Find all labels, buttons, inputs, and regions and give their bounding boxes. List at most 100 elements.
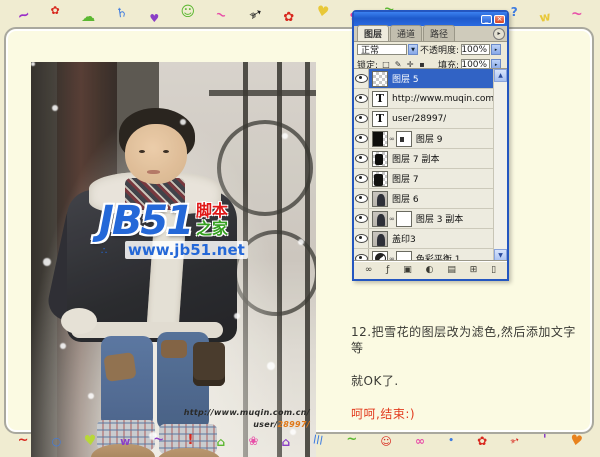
visibility-eye-icon[interactable] <box>354 169 369 188</box>
minimize-icon[interactable]: _ <box>481 14 492 24</box>
panel-menu-icon[interactable]: ▸ <box>493 28 505 40</box>
panel-titlebar[interactable]: _ × <box>354 12 507 26</box>
doodle-strip-bottom: ~ ○ ♥ w ~! ⌂ ❀ ⌂ ||| ~ ☺ ∞ • ✿ ➳ ' ♥ <box>0 431 600 450</box>
visibility-eye-icon[interactable] <box>354 129 369 148</box>
layers-list: 图层 5 T http://www.muqin.com.cn... T user… <box>354 69 493 262</box>
doodle-glyph: ❀ <box>248 433 259 448</box>
opacity-spinner-icon[interactable]: ▸ <box>491 44 502 55</box>
doodle-glyph: ✿ <box>50 4 60 17</box>
doodle-glyph: ➳ <box>508 432 522 449</box>
layer-thumbnail[interactable] <box>372 70 388 87</box>
layer-mask-thumbnail[interactable] <box>395 130 412 147</box>
layer-row[interactable]: 图层 7 副本 <box>354 149 493 169</box>
opacity-label: 不透明度: <box>420 46 460 56</box>
doodle-glyph: w <box>538 8 552 25</box>
layer-row[interactable]: 图层 6 <box>354 189 493 209</box>
tab-paths[interactable]: 路径 <box>423 25 456 41</box>
layer-name[interactable]: 盖印3 <box>392 232 416 245</box>
doodle-glyph: ♥ <box>568 431 584 450</box>
new-group-icon[interactable]: ▤ <box>447 266 456 275</box>
doodle-glyph: ♄ <box>115 5 130 22</box>
layer-row[interactable]: T http://www.muqin.com.cn... <box>354 89 493 109</box>
layer-thumbnail[interactable]: T <box>372 110 388 127</box>
credit-url: http://www.muqin.com.cn/ <box>183 408 310 417</box>
credit-user-prefix: user/ <box>253 420 278 429</box>
doodle-glyph: ! <box>187 433 194 448</box>
doodle-glyph: ∞ <box>415 433 426 448</box>
new-adjustment-layer-icon[interactable]: ◐ <box>426 266 434 275</box>
layer-thumbnail[interactable] <box>372 230 388 247</box>
layer-name[interactable]: 图层 6 <box>392 192 419 205</box>
layer-name[interactable]: http://www.muqin.com.cn... <box>392 94 493 104</box>
doodle-glyph: w <box>120 435 131 448</box>
new-layer-icon[interactable]: ⊞ <box>470 266 478 275</box>
instruction-line-2: 就OK了. <box>351 374 399 388</box>
panel-toolbar: ∞ ƒ ▣ ◐ ▤ ⊞ ▯ <box>354 261 507 279</box>
layer-row[interactable]: 图层 5 <box>354 69 493 89</box>
tab-channels[interactable]: 通道 <box>390 25 423 41</box>
watermark-sub2: 之家 <box>196 218 229 238</box>
doodle-glyph: ~ <box>17 433 29 448</box>
layers-scrollbar[interactable]: ▲ ▼ <box>493 69 507 262</box>
photo-color-tone <box>31 62 316 457</box>
blend-mode-row: 正常 ▼ 不透明度: 100% ▸ <box>354 42 507 57</box>
delete-layer-icon[interactable]: ▯ <box>491 266 496 275</box>
add-layer-mask-icon[interactable]: ▣ <box>403 266 412 275</box>
layer-row[interactable]: T user/28997/ <box>354 109 493 129</box>
layer-name[interactable]: 图层 9 <box>416 132 443 145</box>
doodle-glyph: ~ <box>14 4 32 26</box>
doodle-glyph: ✿ <box>477 433 488 448</box>
doodle-glyph: ~ <box>346 432 358 447</box>
chevron-down-icon[interactable]: ▼ <box>408 44 418 55</box>
layer-thumbnail[interactable] <box>372 150 388 167</box>
jb51-logo-text: JB51 <box>99 198 194 244</box>
layer-row[interactable]: ∞ 图层 9 <box>354 129 493 149</box>
watermark-url: www.jb51.net <box>125 241 248 259</box>
layer-row[interactable]: 盖印3 <box>354 229 493 249</box>
doodle-glyph: ? <box>510 4 518 19</box>
layer-row[interactable]: 图层 7 <box>354 169 493 189</box>
snow-dots <box>31 62 35 66</box>
visibility-eye-icon[interactable] <box>354 69 369 88</box>
blend-mode-select[interactable]: 正常 <box>357 44 407 56</box>
layer-thumbnail[interactable] <box>372 190 388 207</box>
layer-name[interactable]: 图层 3 副本 <box>416 212 463 225</box>
close-icon[interactable]: × <box>494 14 505 24</box>
opacity-input[interactable]: 100% <box>461 44 491 55</box>
layer-thumbnail[interactable]: T <box>372 90 388 107</box>
layer-name[interactable]: user/28997/ <box>392 114 446 124</box>
doodle-glyph: ' <box>542 433 547 448</box>
doodle-strip-top: ~✿☁♄♥☺~➳✿♥✿~✗☁∞?w~ <box>0 0 600 27</box>
link-mask-icon: ∞ <box>389 214 395 223</box>
layer-name[interactable]: 图层 5 <box>392 72 419 85</box>
doodle-glyph: ☁ <box>81 8 96 25</box>
visibility-eye-icon[interactable] <box>354 109 369 128</box>
link-layers-icon[interactable]: ∞ <box>365 266 373 275</box>
scroll-up-icon[interactable]: ▲ <box>494 69 507 82</box>
credit-user-id: 28997/ <box>277 420 310 429</box>
doodle-glyph: ♥ <box>83 431 98 450</box>
doodle-glyph: ~ <box>152 431 166 448</box>
layer-row[interactable]: ∞ 图层 3 副本 <box>354 209 493 229</box>
visibility-eye-icon[interactable] <box>354 229 369 248</box>
panel-tabs: 图层 通道 路径 ▸ <box>354 25 507 42</box>
layer-thumbnail[interactable] <box>372 170 388 187</box>
visibility-eye-icon[interactable] <box>354 149 369 168</box>
doodle-glyph: ☺ <box>180 3 196 20</box>
layer-style-icon[interactable]: ƒ <box>386 266 389 275</box>
doodle-glyph: ○ <box>51 435 62 448</box>
layer-thumbnail[interactable] <box>372 130 388 147</box>
doodle-glyph: ||| <box>312 434 325 446</box>
layer-mask-thumbnail[interactable] <box>395 210 412 227</box>
layer-name[interactable]: 图层 7 副本 <box>392 152 439 165</box>
visibility-eye-icon[interactable] <box>354 189 369 208</box>
doodle-glyph: ♥ <box>314 2 330 21</box>
doodle-glyph: • <box>448 436 454 446</box>
layer-name[interactable]: 图层 7 <box>392 172 419 185</box>
tab-layers[interactable]: 图层 <box>357 25 390 41</box>
visibility-eye-icon[interactable] <box>354 89 369 108</box>
visibility-eye-icon[interactable] <box>354 209 369 228</box>
doodle-glyph: ⌂ <box>216 434 226 449</box>
doodle-glyph: ⌂ <box>281 434 291 449</box>
layer-thumbnail[interactable] <box>372 210 388 227</box>
